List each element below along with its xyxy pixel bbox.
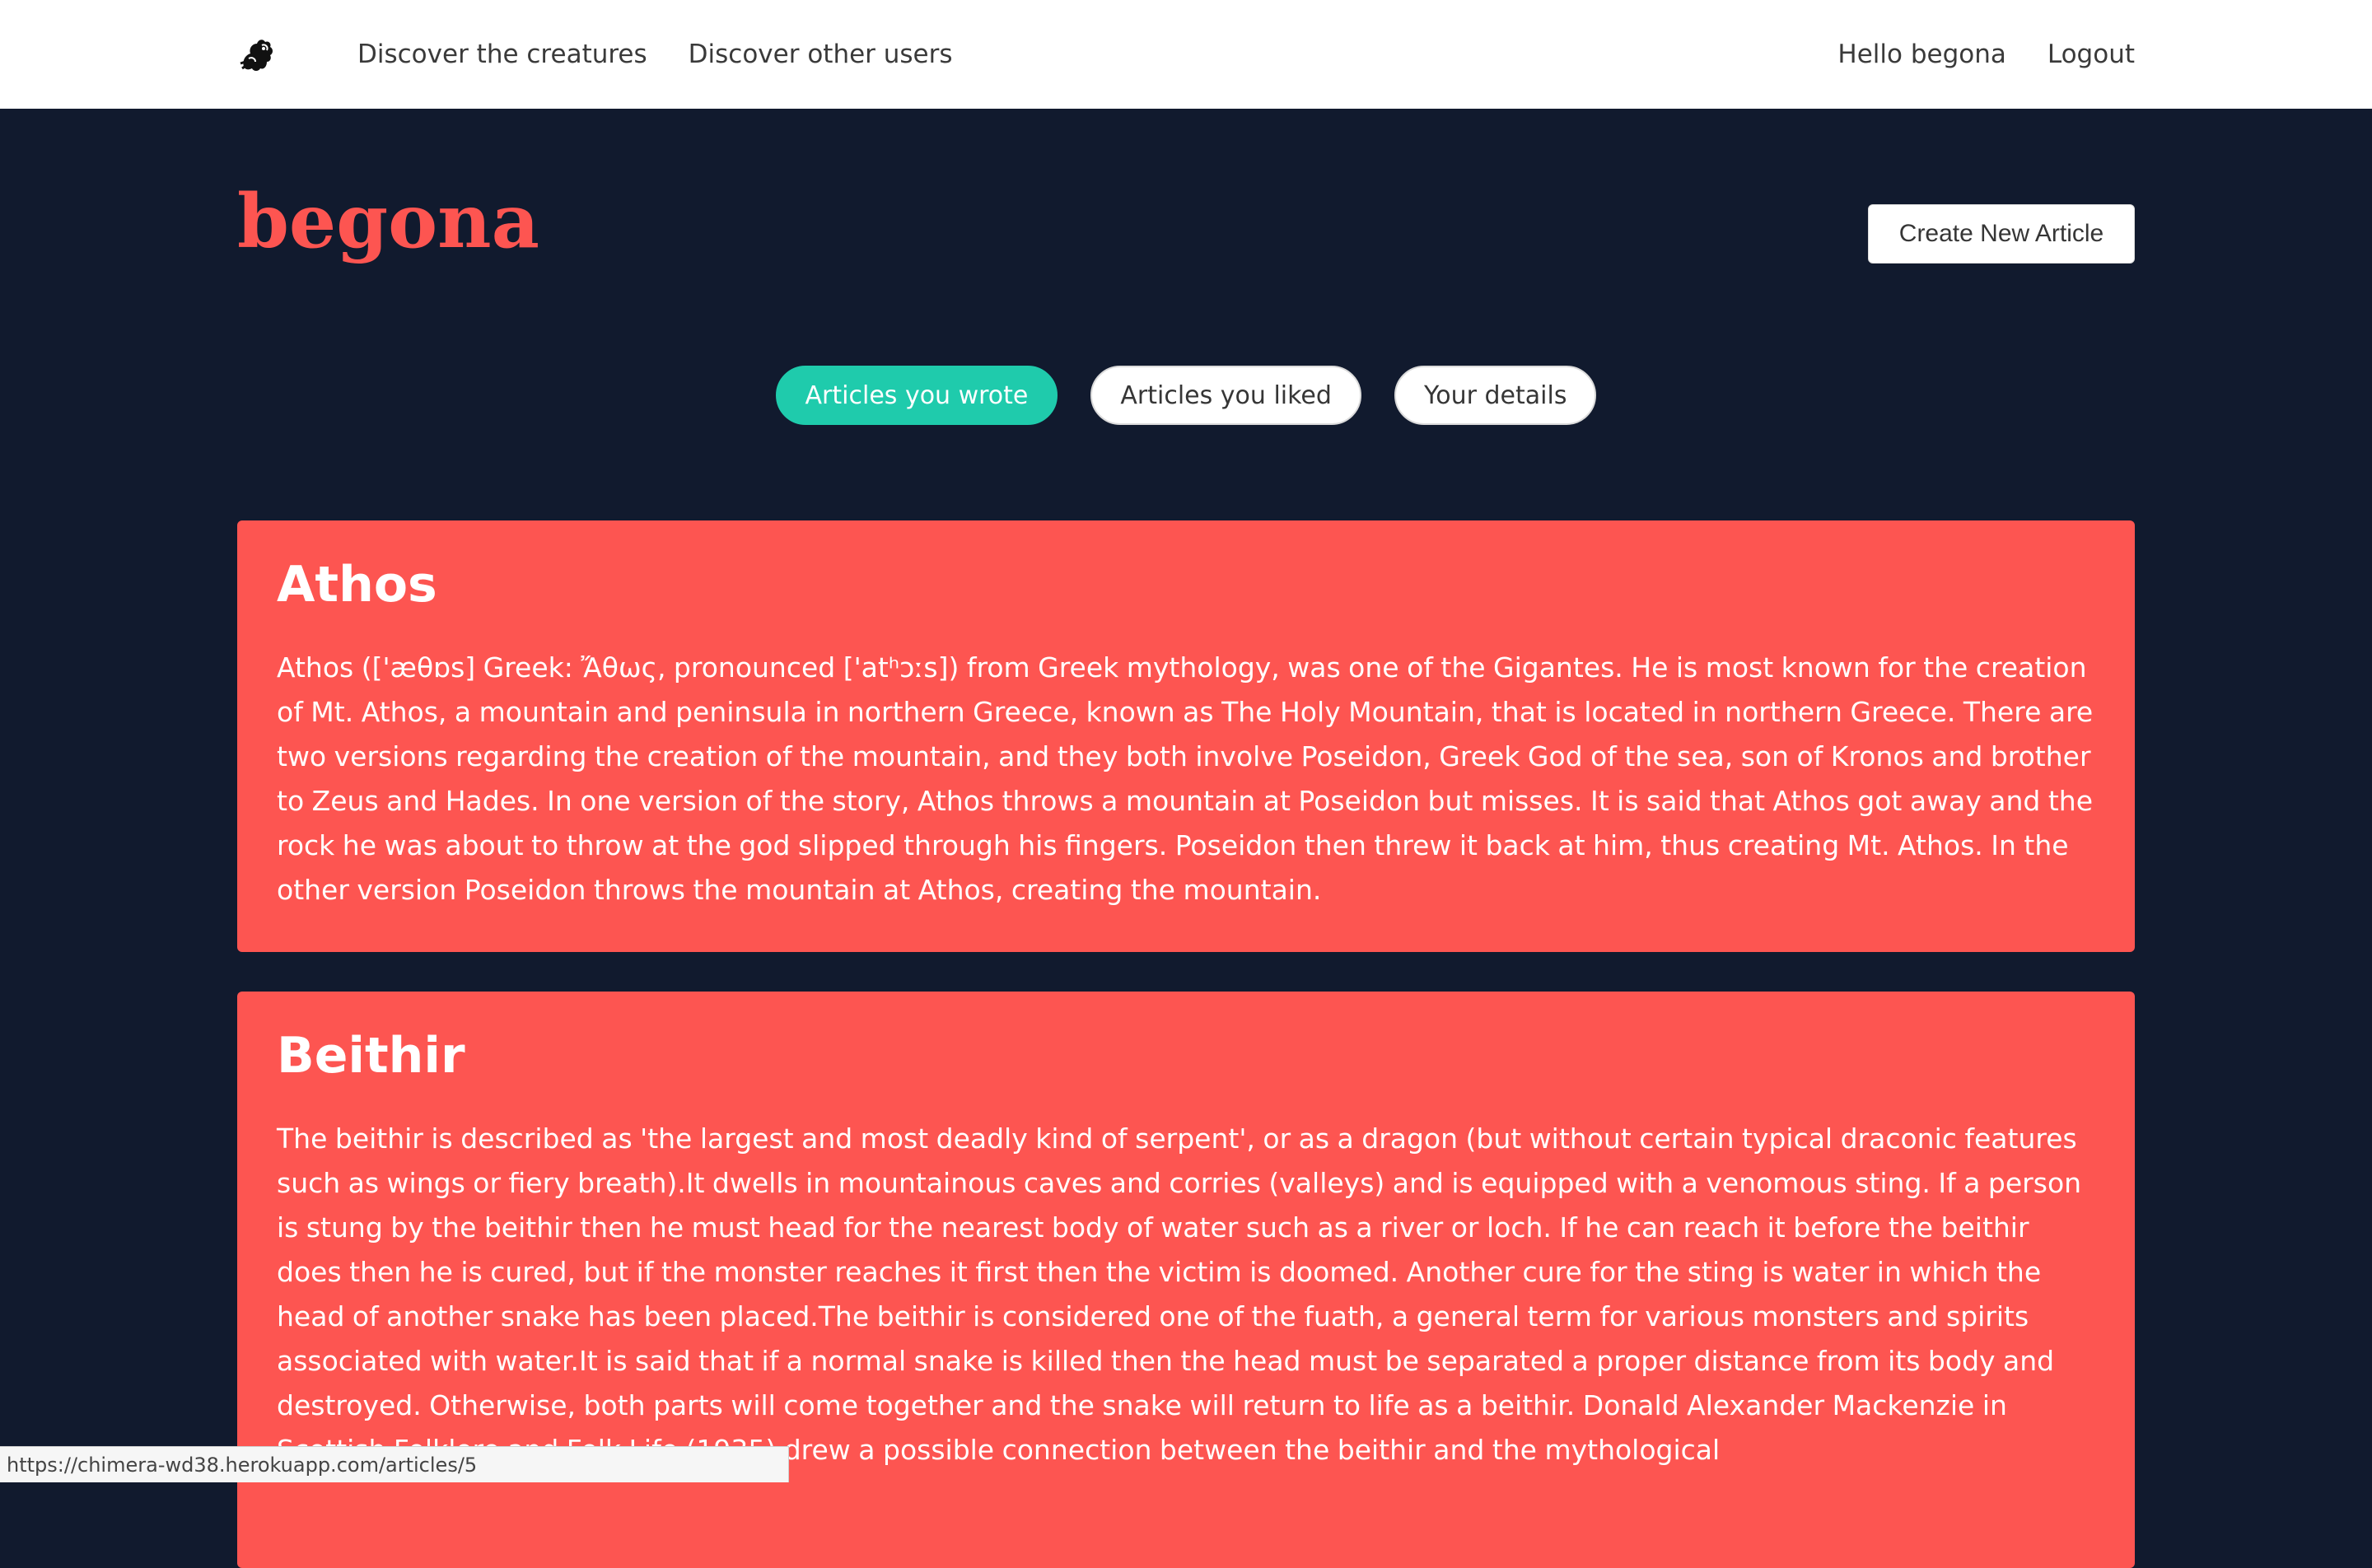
navbar-right: Hello begona Logout — [1796, 40, 2135, 69]
article-body: Athos (['æθɒs] Greek: Ἄθως, pronounced [… — [277, 651, 2094, 906]
create-new-article-button[interactable]: Create New Article — [1868, 204, 2135, 264]
article-title: Athos — [277, 556, 437, 614]
chimera-creature-icon[interactable] — [237, 33, 280, 76]
tab-your-details[interactable]: Your details — [1394, 366, 1597, 425]
navbar-inner: Discover the creatures Discover other us… — [237, 0, 2135, 109]
nav-user-greeting[interactable]: Hello begona — [1837, 40, 2005, 69]
tab-articles-wrote[interactable]: Articles you wrote — [775, 366, 1058, 425]
tab-articles-liked[interactable]: Articles you liked — [1090, 366, 1361, 425]
nav-discover-creatures[interactable]: Discover the creatures — [357, 40, 647, 69]
logo-svg — [240, 40, 273, 71]
article-title: Beithir — [277, 1027, 465, 1085]
article-body: The beithir is described as 'the largest… — [277, 1122, 2082, 1466]
profile-username-title: begona — [237, 178, 539, 265]
profile-tabs: Articles you wrote Articles you liked Yo… — [237, 366, 2135, 425]
browser-status-url: https://chimera-wd38.herokuapp.com/artic… — [0, 1446, 789, 1482]
top-navbar: Discover the creatures Discover other us… — [0, 0, 2372, 109]
article-card[interactable]: Athos Athos (['æθɒs] Greek: Ἄθως, pronou… — [237, 520, 2135, 952]
nav-logout[interactable]: Logout — [2047, 40, 2135, 69]
nav-discover-users[interactable]: Discover other users — [689, 40, 953, 69]
